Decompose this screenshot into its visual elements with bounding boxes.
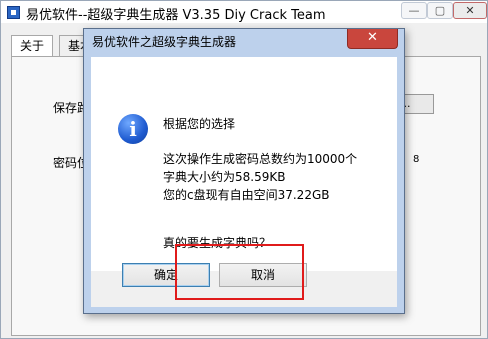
tab-about[interactable]: 关于 — [11, 35, 53, 56]
message-line-2: 这次操作生成密码总数约为10000个 — [163, 152, 358, 166]
app-icon — [7, 6, 20, 19]
maximize-button[interactable]: ▢ — [427, 2, 453, 19]
dialog-title: 易优软件之超级字典生成器 — [92, 35, 237, 49]
length-value: 8 — [413, 154, 420, 165]
dialog-body: i 根据您的选择 这次操作生成密码总数约为10000个 字典大小约为58.59K… — [91, 57, 397, 271]
minimize-button[interactable]: — — [401, 2, 427, 19]
message-line-3: 字典大小约为58.59KB — [163, 170, 286, 184]
dialog-close-button[interactable]: ✕ — [347, 29, 398, 49]
close-button[interactable]: ✕ — [453, 2, 487, 19]
main-titlebar: 易优软件--超级字典生成器 V3.35 Diy Crack Team — ▢ ✕ — [1, 1, 487, 23]
main-window-title: 易优软件--超级字典生成器 V3.35 Diy Crack Team — [26, 8, 326, 23]
message-line-1: 根据您的选择 — [163, 117, 236, 131]
highlight-box — [175, 244, 304, 300]
info-icon: i — [118, 114, 148, 144]
message-line-4: 您的c盘现有自由空间37.22GB — [163, 188, 330, 202]
